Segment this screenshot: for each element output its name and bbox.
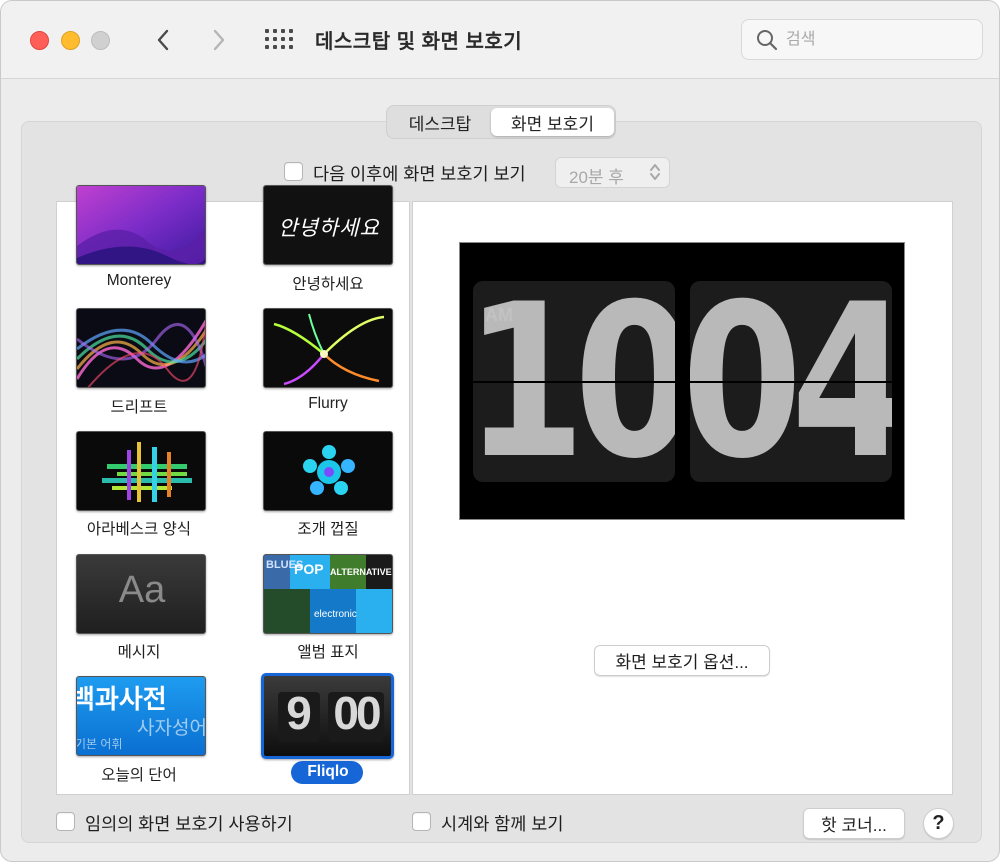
message-text-icon: Aa	[118, 569, 166, 611]
screensaver-thumb-monterey[interactable]	[76, 185, 206, 265]
screensaver-label: 앨범 표지	[297, 644, 359, 661]
screensaver-thumb-album[interactable]: BLUES POP ALTERNATIVE electronic	[263, 554, 393, 634]
help-button[interactable]: ?	[923, 808, 954, 839]
forward-button[interactable]	[204, 23, 234, 57]
show-all-grid-icon[interactable]	[263, 27, 293, 53]
word-of-the-day-icon: 백과사전 사자성어 기본 어휘	[76, 684, 206, 751]
search-field[interactable]	[741, 19, 983, 60]
album-artwork-icon: BLUES POP ALTERNATIVE electronic	[264, 555, 392, 633]
hello-script-icon: 안녕하세요	[278, 216, 380, 240]
up-down-chevron-icon	[650, 164, 660, 180]
close-button[interactable]	[30, 31, 49, 50]
random-screensaver-checkbox[interactable]	[56, 812, 75, 831]
screensaver-label-selected: Fliqlo	[307, 763, 349, 780]
screensaver-thumb-arabesque[interactable]	[76, 431, 206, 511]
search-input[interactable]	[786, 28, 966, 52]
titlebar: 데스크탑 및 화면 보호기	[1, 1, 999, 79]
back-button[interactable]	[148, 23, 178, 57]
screensaver-thumb-hello[interactable]: 안녕하세요	[263, 185, 393, 265]
screensaver-label: 메시지	[117, 644, 161, 661]
screensaver-thumb-message[interactable]: Aa	[76, 554, 206, 634]
screensaver-thumb-shell[interactable]	[263, 431, 393, 511]
screensaver-label: 아라베스크 양식	[86, 521, 192, 538]
screensaver-label: 안녕하세요	[292, 276, 364, 293]
preview-clock: AM 10 04	[459, 242, 905, 520]
screensaver-thumb-fliqlo[interactable]: 9 00	[261, 673, 394, 759]
screensaver-label: 오늘의 단어	[101, 767, 177, 784]
show-after-popup[interactable]: 20분 후	[555, 157, 670, 188]
shell-pattern-icon	[264, 432, 392, 510]
show-with-clock-checkbox[interactable]	[412, 812, 431, 831]
drift-waves-icon	[77, 309, 205, 387]
screensaver-thumb-drift[interactable]	[76, 308, 206, 388]
random-screensaver-label: 임의의 화면 보호기 사용하기	[85, 814, 293, 834]
chevron-left-icon	[157, 29, 169, 51]
flap-divider	[690, 381, 892, 383]
screensaver-label: 드리프트	[110, 399, 168, 416]
hot-corners-button[interactable]: 핫 코너...	[803, 808, 905, 839]
flap-divider	[473, 381, 675, 383]
ampm-indicator: AM	[485, 305, 513, 325]
screensaver-thumb-word[interactable]: 백과사전 사자성어 기본 어휘	[76, 676, 206, 756]
screensaver-label: Monterey	[106, 272, 172, 289]
show-with-clock-label: 시계와 함께 보기	[441, 814, 564, 834]
tab-segmented-control: 데스크탑 화면 보호기	[386, 105, 616, 139]
zoom-button[interactable]	[91, 31, 110, 50]
screensaver-thumb-flurry[interactable]	[263, 308, 393, 388]
minimize-button[interactable]	[61, 31, 80, 50]
monterey-wallpaper-icon	[77, 186, 205, 264]
search-icon	[757, 30, 778, 51]
system-preferences-window: 데스크탑 및 화면 보호기 데스크탑 화면 보호기 다음 이후에 화면 보호기 …	[0, 0, 1000, 862]
screensaver-options-button[interactable]: 화면 보호기 옵션...	[594, 645, 770, 676]
tab-desktop[interactable]: 데스크탑	[389, 108, 491, 136]
window-title: 데스크탑 및 화면 보호기	[315, 31, 523, 53]
screensaver-label: Flurry	[308, 395, 348, 412]
flip-clock-icon: 9 00	[264, 676, 391, 756]
screensaver-label: 조개 껍질	[297, 521, 359, 538]
flurry-streams-icon	[264, 309, 392, 387]
show-after-value: 20분 후	[569, 168, 624, 187]
tab-screen-saver[interactable]: 화면 보호기	[491, 108, 614, 136]
show-after-checkbox[interactable]	[284, 162, 303, 181]
minute-flap: 04	[690, 281, 892, 482]
show-after-label: 다음 이후에 화면 보호기 보기	[313, 164, 526, 184]
arabesque-pattern-icon	[77, 432, 205, 510]
chevron-right-icon	[213, 29, 225, 51]
